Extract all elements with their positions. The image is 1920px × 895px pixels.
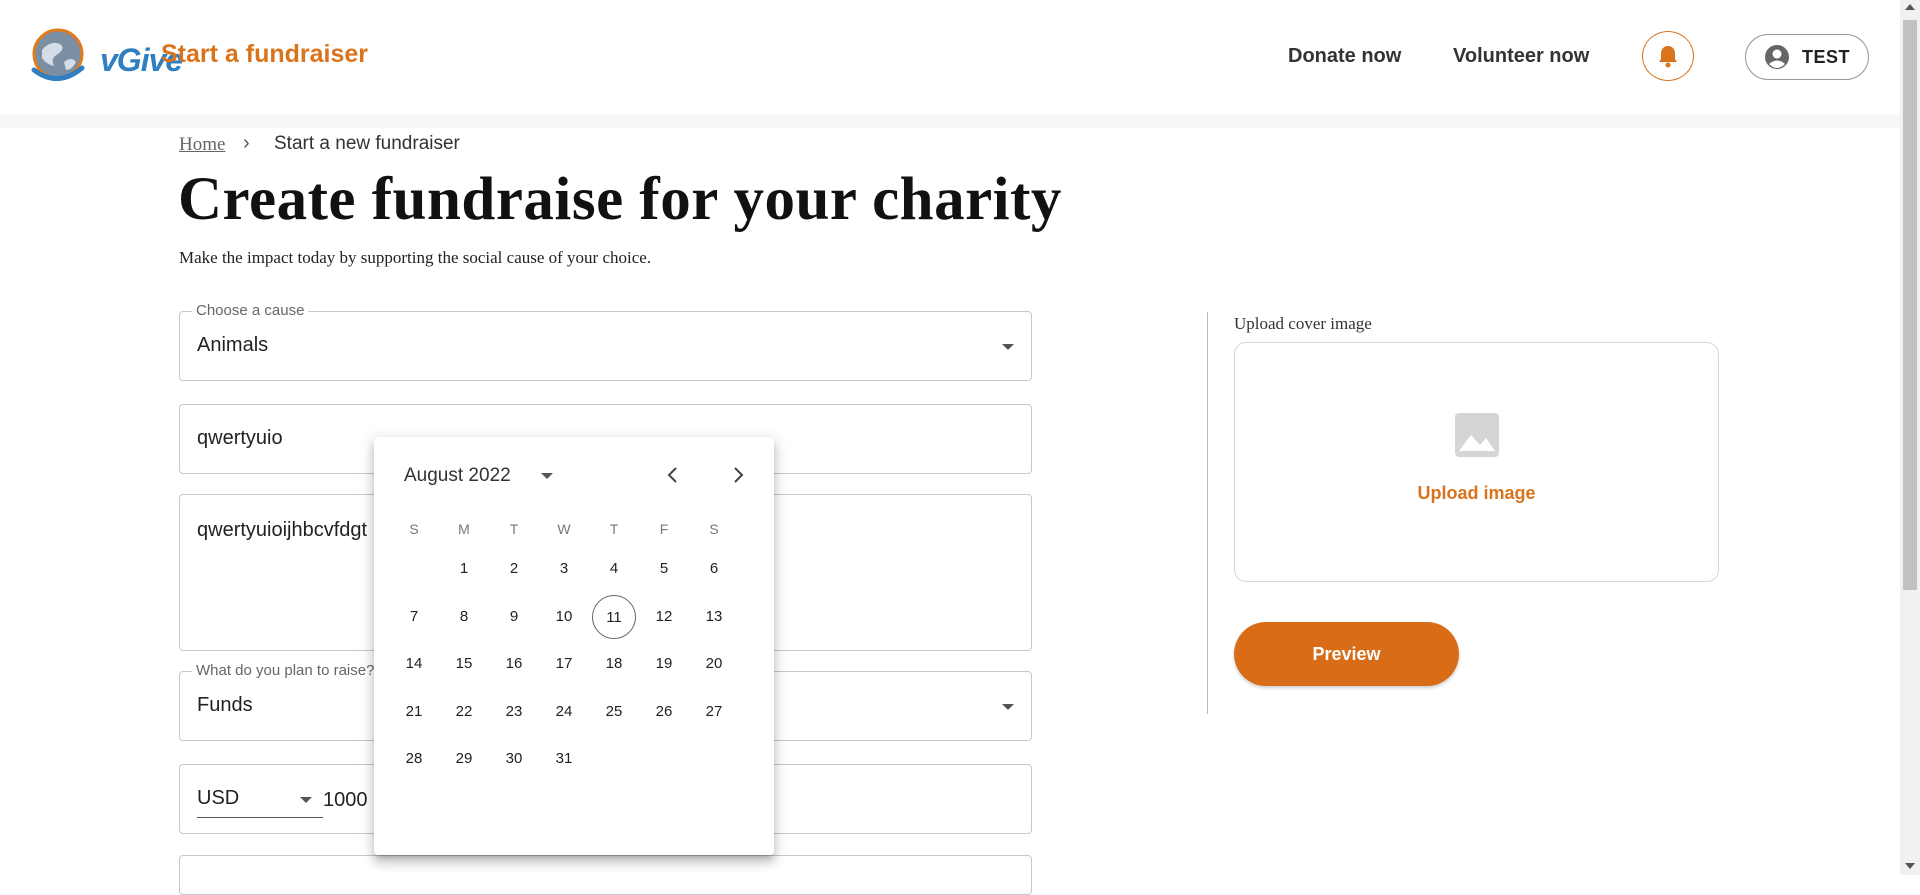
weekday-label: S <box>409 521 419 537</box>
vgive-logo[interactable]: vGive <box>28 22 183 84</box>
cause-select-label: Choose a cause <box>192 302 309 319</box>
calendar-day[interactable]: 5 <box>642 547 686 591</box>
raise-type-select-value: Funds <box>197 694 253 716</box>
scroll-thumb[interactable] <box>1903 20 1917 590</box>
user-name: TEST <box>1802 46 1851 67</box>
notifications-button[interactable] <box>1642 31 1694 81</box>
calendar-day[interactable]: 21 <box>392 690 436 734</box>
calendar-day[interactable]: 4 <box>592 547 636 591</box>
currency-underline <box>197 817 323 818</box>
calendar-day[interactable]: 29 <box>442 737 486 781</box>
calendar-day[interactable]: 22 <box>442 690 486 734</box>
calendar-day[interactable]: 15 <box>442 642 486 686</box>
weekday-label: W <box>557 521 571 537</box>
globe-icon <box>31 28 85 81</box>
header-band <box>0 114 1900 128</box>
column-divider <box>1207 312 1208 714</box>
account-circle-icon <box>1765 45 1789 69</box>
calendar-day[interactable]: 10 <box>542 595 586 639</box>
calendar-day[interactable]: 9 <box>492 595 536 639</box>
calendar-day[interactable]: 23 <box>492 690 536 734</box>
breadcrumb-current: Start a new fundraiser <box>274 133 460 154</box>
image-placeholder-icon <box>1455 413 1499 457</box>
date-picker-month-label[interactable]: August 2022 <box>404 465 511 487</box>
month-dropdown-caret-icon[interactable] <box>541 473 553 479</box>
calendar-day-today[interactable]: 11 <box>592 595 636 639</box>
calendar-day[interactable]: 28 <box>392 737 436 781</box>
donate-now-link[interactable]: Donate now <box>1288 45 1401 68</box>
previous-month-icon[interactable] <box>661 463 685 487</box>
calendar-day[interactable]: 19 <box>642 642 686 686</box>
date-field[interactable] <box>179 855 1032 895</box>
calendar-day[interactable]: 13 <box>692 595 736 639</box>
top-header: vGive Start a fundraiser Donate now Volu… <box>0 0 1900 114</box>
bell-icon <box>1659 46 1677 68</box>
scroll-down-arrow-icon[interactable] <box>1905 863 1915 869</box>
weekday-label: T <box>509 521 519 537</box>
calendar-day[interactable]: 26 <box>642 690 686 734</box>
calendar-day[interactable]: 12 <box>642 595 686 639</box>
upload-cover-dropzone[interactable]: Upload image <box>1234 342 1719 582</box>
calendar-day[interactable]: 6 <box>692 547 736 591</box>
page-subtitle: Make the impact today by supporting the … <box>179 248 652 267</box>
volunteer-now-link[interactable]: Volunteer now <box>1453 45 1589 68</box>
fundraiser-description-value: qwertyuioijhbcvfdgt <box>197 519 368 541</box>
fundraiser-name-value: qwertyuio <box>197 427 283 449</box>
date-picker-popup: August 2022 SMTWTFS 1 2 3 4 5 6 7 8 9 10 11 12 13 14 1… <box>374 437 774 855</box>
upload-cover-label: Upload cover image <box>1234 314 1372 333</box>
calendar-day[interactable]: 31 <box>542 737 586 781</box>
scroll-up-arrow-icon[interactable] <box>1905 4 1915 10</box>
calendar-day[interactable]: 30 <box>492 737 536 781</box>
calendar-day[interactable]: 16 <box>492 642 536 686</box>
chevron-down-icon <box>1002 344 1014 350</box>
currency-select[interactable]: USD <box>197 787 239 810</box>
cause-select-value: Animals <box>197 334 269 356</box>
weekday-label: S <box>709 521 719 537</box>
page-title: Create fundraise for your charity <box>178 166 1062 233</box>
calendar-day[interactable]: 2 <box>492 547 536 591</box>
calendar-day[interactable]: 25 <box>592 690 636 734</box>
calendar-day[interactable]: 20 <box>692 642 736 686</box>
raise-type-select-label: What do you plan to raise? <box>192 662 379 679</box>
upload-image-button[interactable]: Upload image <box>1235 483 1718 504</box>
brand-title[interactable]: Start a fundraiser <box>161 40 368 69</box>
preview-button[interactable]: Preview <box>1234 622 1459 686</box>
calendar-day[interactable]: 3 <box>542 547 586 591</box>
weekday-label: F <box>659 521 669 537</box>
weekday-label: M <box>458 521 470 537</box>
cause-select[interactable]: Choose a cause Animals <box>179 302 1032 381</box>
calendar-day[interactable]: 18 <box>592 642 636 686</box>
calendar-day[interactable]: 24 <box>542 690 586 734</box>
chevron-down-icon <box>300 797 312 803</box>
calendar-day[interactable]: 1 <box>442 547 486 591</box>
calendar-day[interactable]: 27 <box>692 690 736 734</box>
chevron-down-icon <box>1002 704 1014 710</box>
weekday-label: T <box>609 521 619 537</box>
breadcrumb-home-link[interactable]: Home <box>179 134 225 156</box>
next-month-icon[interactable] <box>726 463 750 487</box>
calendar-day[interactable]: 17 <box>542 642 586 686</box>
calendar-day[interactable]: 14 <box>392 642 436 686</box>
calendar-day[interactable]: 7 <box>392 595 436 639</box>
breadcrumb-chevron-icon: › <box>243 132 250 154</box>
amount-input[interactable]: 1000 <box>323 789 368 812</box>
user-menu-button[interactable]: TEST <box>1745 34 1869 80</box>
calendar-day[interactable]: 8 <box>442 595 486 639</box>
